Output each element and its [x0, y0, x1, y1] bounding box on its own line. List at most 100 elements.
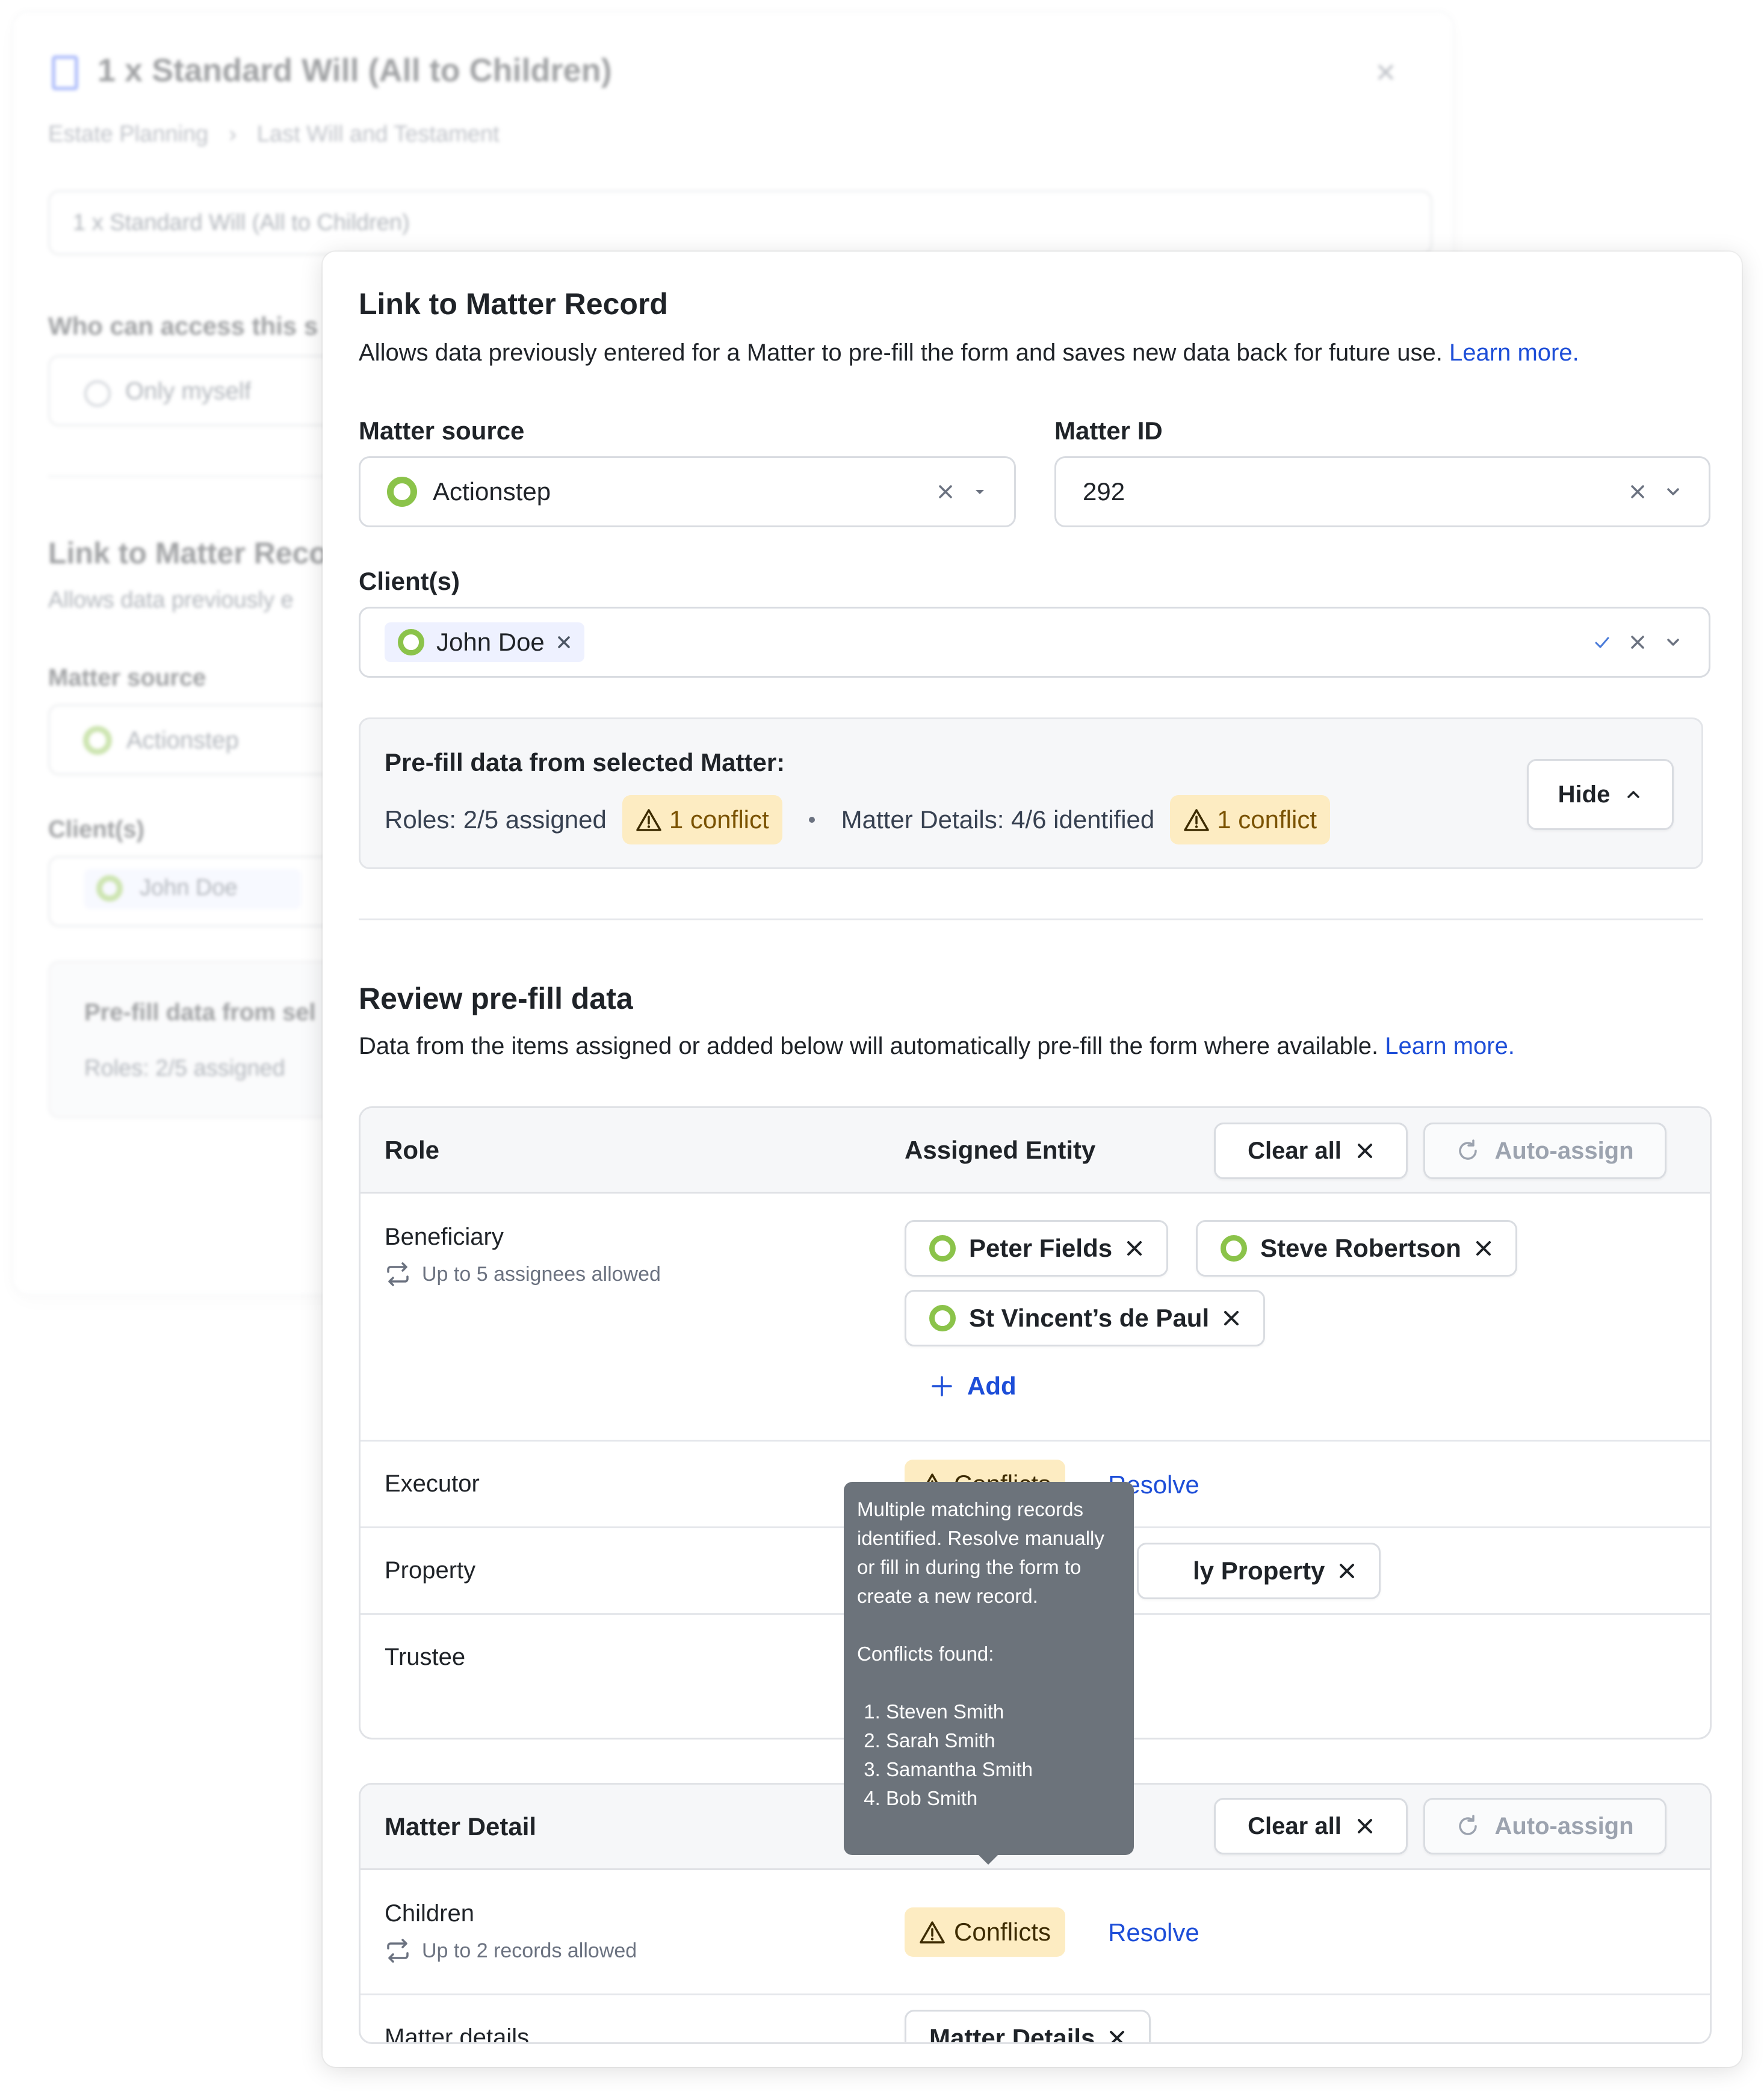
background-section-title: Link to Matter Reco: [48, 536, 327, 570]
breadcrumb: Estate Planning › Last Will and Testament: [48, 122, 500, 147]
conflicts-label: Conflicts: [954, 1918, 1051, 1946]
chevron-down-icon[interactable]: [1664, 633, 1682, 651]
role-limit-text: Up to 5 assignees allowed: [422, 1262, 661, 1286]
document-icon: [52, 55, 78, 90]
panel-title: Link to Matter Record: [359, 287, 668, 321]
plus-icon: [932, 1376, 952, 1396]
clear-all-button[interactable]: Clear all: [1214, 1798, 1408, 1854]
col-matter-detail: Matter Detail: [385, 1812, 537, 1841]
list-item: Bob Smith: [886, 1784, 1121, 1813]
chevron-down-icon[interactable]: [1664, 483, 1682, 501]
detail-name: Children: [385, 1900, 474, 1927]
clear-all-label: Clear all: [1248, 1812, 1342, 1839]
resolve-link[interactable]: Resolve: [1108, 1918, 1199, 1947]
close-icon[interactable]: [1125, 1239, 1144, 1257]
entity-chip[interactable]: ly Property: [1137, 1543, 1381, 1599]
col-assigned-entity: Assigned Entity: [905, 1136, 1096, 1164]
chevron-up-icon: [1627, 791, 1640, 798]
matter-source-select[interactable]: Actionstep: [359, 456, 1016, 527]
actionstep-logo-icon: [929, 1305, 956, 1331]
entity-name: ly Property: [1193, 1557, 1325, 1585]
close-icon: [1357, 1819, 1372, 1833]
table-row: Children Up to 2 records allowed Conflic…: [361, 1870, 1710, 1995]
actionstep-logo-icon: [387, 477, 417, 507]
clear-all-label: Clear all: [1248, 1137, 1342, 1164]
refresh-icon: [1459, 1139, 1478, 1160]
close-icon[interactable]: [1475, 1239, 1493, 1257]
close-icon: [1357, 1144, 1372, 1158]
auto-assign-button[interactable]: Auto-assign: [1423, 1123, 1667, 1179]
entity-chip[interactable]: St Vincent’s de Paul: [905, 1290, 1266, 1346]
list-item: Steven Smith: [886, 1697, 1121, 1726]
add-entity-button[interactable]: Add: [931, 1372, 1017, 1401]
prefill-title: Pre-fill data from selected Matter:: [385, 748, 785, 776]
roles-conflict-badge: 1 conflict: [622, 795, 782, 844]
review-description-text: Data from the items assigned or added be…: [359, 1033, 1379, 1059]
table-row: Matter details Matter Details: [361, 1995, 1710, 2044]
repeat-icon: [387, 1262, 409, 1286]
separator-dot: [808, 817, 815, 823]
entity-chip[interactable]: Matter Details: [905, 2010, 1151, 2044]
roles-conflict-label: 1 conflict: [669, 805, 769, 834]
details-conflict-badge: 1 conflict: [1170, 795, 1330, 844]
list-item: Sarah Smith: [886, 1726, 1121, 1755]
close-icon[interactable]: [1108, 2029, 1126, 2044]
clients-select[interactable]: John Doe: [359, 607, 1710, 678]
warning-icon: [1184, 809, 1209, 831]
entity-chip[interactable]: Steve Robertson: [1196, 1220, 1517, 1277]
close-icon[interactable]: [557, 635, 571, 649]
access-option-label: Only myself: [125, 378, 251, 404]
prefill-stats: Roles: 2/5 assigned 1 conflict Matter De…: [385, 795, 1330, 844]
client-chip[interactable]: John Doe: [385, 622, 584, 662]
hide-button[interactable]: Hide: [1527, 759, 1674, 830]
clear-all-button[interactable]: Clear all: [1214, 1123, 1408, 1179]
panel-description-text: Allows data previously entered for a Mat…: [359, 339, 1443, 366]
role-name: Property: [385, 1557, 476, 1584]
breadcrumb-item[interactable]: Estate Planning: [48, 122, 208, 147]
roles-table-header: Role Assigned Entity Clear all Auto-assi…: [361, 1108, 1710, 1194]
entity-name: Steve Robertson: [1260, 1234, 1461, 1262]
prefill-details: Matter Details: 4/6 identified: [841, 805, 1155, 834]
background-title: 1 x Standard Will (All to Children): [97, 52, 612, 88]
actionstep-logo-icon: [929, 1235, 956, 1262]
check-icon: [1595, 637, 1609, 648]
auto-assign-button[interactable]: Auto-assign: [1423, 1798, 1667, 1854]
close-icon[interactable]: [1222, 1309, 1240, 1327]
role-name: Beneficiary: [385, 1224, 504, 1250]
actionstep-logo-icon: [96, 875, 123, 902]
learn-more-link[interactable]: Learn more.: [1449, 339, 1579, 366]
background-section-desc: Allows data previously e: [48, 587, 294, 613]
breadcrumb-item[interactable]: Last Will and Testament: [257, 122, 500, 147]
matter-source-value: Actionstep: [433, 477, 551, 506]
refresh-icon: [1459, 1815, 1478, 1835]
client-chip-label: John Doe: [436, 628, 545, 656]
close-icon[interactable]: [1629, 483, 1646, 500]
background-clients-label: Client(s): [48, 816, 144, 843]
review-description: Data from the items assigned or added be…: [359, 1033, 1515, 1060]
tooltip-message: Multiple matching records identified. Re…: [857, 1498, 1104, 1607]
entity-name: St Vincent’s de Paul: [969, 1304, 1210, 1332]
close-icon[interactable]: ✕: [1375, 58, 1397, 88]
detail-name: Matter details: [385, 2024, 530, 2044]
background-matter-source-value: Actionstep: [126, 727, 239, 754]
col-role: Role: [385, 1136, 440, 1164]
background-prefill-roles: Roles: 2/5 assigned: [84, 1056, 285, 1081]
role-limit-note: Up to 5 assignees allowed: [385, 1261, 661, 1287]
close-icon[interactable]: [1629, 634, 1646, 651]
close-icon[interactable]: [1338, 1562, 1356, 1580]
warning-icon: [636, 809, 661, 831]
conflicts-badge[interactable]: Conflicts: [905, 1907, 1066, 1957]
access-radio[interactable]: [84, 380, 111, 407]
close-icon[interactable]: [937, 483, 954, 500]
table-row: Beneficiary Up to 5 assignees allowed Pe…: [361, 1194, 1710, 1442]
caret-down-icon[interactable]: [972, 484, 988, 500]
entity-chip[interactable]: Peter Fields: [905, 1220, 1169, 1277]
divider: [359, 918, 1703, 920]
review-learn-more-link[interactable]: Learn more.: [1385, 1033, 1515, 1059]
entity-name: Matter Details: [929, 2024, 1095, 2044]
background-client-name: John Doe: [140, 875, 238, 900]
name-input[interactable]: 1 x Standard Will (All to Children): [48, 190, 1432, 255]
matter-id-select[interactable]: 292: [1054, 456, 1710, 527]
conflicts-tooltip: Multiple matching records identified. Re…: [844, 1482, 1134, 1865]
clients-label: Client(s): [359, 567, 460, 595]
